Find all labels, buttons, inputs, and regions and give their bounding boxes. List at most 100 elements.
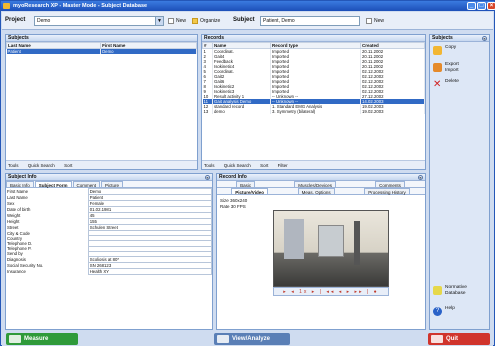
tab-comment[interactable]: Comment [72, 181, 101, 188]
quick-search-button[interactable]: Quick Search [28, 163, 55, 168]
subject-info-header: Subject Info « [6, 174, 212, 181]
video-rate: Rate 30 FPS [220, 204, 246, 209]
collapse-icon[interactable]: « [205, 175, 210, 180]
quit-button[interactable]: Quit [428, 333, 490, 345]
tab-basic-info[interactable]: Basic Info [6, 181, 34, 188]
sort-button[interactable]: Sort [260, 163, 268, 168]
table-cell: 13 [202, 109, 213, 114]
subjects-panel: Subjects Last Name First Name Patient Demo… [5, 34, 198, 170]
records-table: # Name Record type Created 1 Coordinat. Im… [202, 42, 425, 114]
table-row[interactable]: Patient Demo [6, 48, 197, 54]
new-subject-label: New [374, 18, 385, 24]
record-info-tabs-row2: Picture/Video Meas. Options Processing H… [217, 188, 425, 195]
copy-icon [433, 46, 442, 55]
tab-comments[interactable]: Comments [375, 181, 405, 188]
tab-basic[interactable]: Basic [236, 181, 256, 188]
new-project-label: New [176, 18, 187, 24]
export-label: Export [445, 62, 459, 67]
bottom-bar: Measure View/Analyze Quit [2, 331, 493, 346]
subject-label: Subject [233, 17, 255, 23]
tools-button[interactable]: Tools [204, 163, 215, 168]
export-import-button[interactable]: Export Import [432, 62, 487, 76]
tab-picture[interactable]: Picture [101, 181, 124, 188]
record-info-title: Record Info [219, 174, 247, 180]
folder-icon [192, 18, 198, 24]
table-cell: 3. Symmetry (bilateral) [270, 109, 361, 114]
video-size: Size 360x240 [220, 198, 248, 203]
help-label: Help [445, 306, 455, 311]
subjects-footer: Tools Quick Search Sort [6, 160, 197, 169]
new-icon [168, 18, 174, 24]
tab-muscles-devices[interactable]: Muscles/Devices [294, 181, 336, 188]
window-shape [284, 219, 304, 259]
maximize-button[interactable]: □ [477, 2, 486, 10]
tools-button[interactable]: Tools [8, 163, 19, 168]
close-button[interactable]: × [487, 2, 495, 10]
records-panel: Records # Name Record type Created 1 Coor… [201, 34, 426, 170]
subject-info-panel: Subject Info « Basic Info Subject Form Co… [5, 173, 213, 330]
actions-title: Subjects [432, 35, 453, 41]
minimize-button[interactable]: _ [467, 2, 476, 10]
sort-button[interactable]: Sort [64, 163, 72, 168]
help-button[interactable]: ? Help [432, 306, 455, 320]
collapse-icon[interactable]: « [418, 175, 423, 180]
measure-icon [9, 335, 21, 343]
import-label: Import [445, 68, 459, 73]
organize-label: Organize [200, 18, 221, 24]
actions-panel: Subjects « Copy Export Import ✕ Delete Norm… [429, 34, 490, 330]
normative-database-button[interactable]: Normative Database [432, 285, 467, 299]
video-frame[interactable] [273, 210, 389, 287]
export-icon [433, 63, 442, 72]
actions-header: Subjects « [430, 35, 489, 42]
record-info-tabs-row1: Basic Muscles/Devices Comments [217, 181, 425, 188]
cell-last: Patient [6, 48, 102, 54]
delete-button[interactable]: ✕ Delete [432, 79, 487, 93]
tab-picture-video[interactable]: Picture/Video [231, 188, 268, 195]
filter-button[interactable]: Filter [278, 163, 288, 168]
copy-button[interactable]: Copy [432, 45, 487, 59]
new-project-button[interactable]: New [168, 16, 186, 26]
normative-label: Normative [445, 285, 467, 290]
normative-icon [433, 286, 442, 295]
project-label: Project [5, 17, 26, 23]
new-subject-button[interactable]: New [366, 16, 384, 26]
cell-first: Demo [100, 48, 197, 54]
help-icon: ? [433, 307, 442, 316]
chevron-down-icon: ▼ [155, 17, 163, 25]
toolbar: Project Demo ▼ New Organize Subject Patie… [2, 12, 493, 30]
table-row[interactable]: 13 demo 3. Symmetry (bilateral) 19.02.2003 [202, 109, 425, 114]
tab-meas-options[interactable]: Meas. Options [297, 188, 335, 195]
collapse-icon[interactable]: « [482, 36, 487, 41]
equipment-shape [318, 225, 344, 257]
tab-processing-history[interactable]: Processing History [364, 188, 410, 195]
view-analyze-icon [217, 335, 229, 343]
field-label: Insurance [7, 268, 26, 274]
quit-icon [431, 335, 443, 343]
project-select[interactable]: Demo ▼ [34, 16, 164, 26]
measure-button[interactable]: Measure [6, 333, 78, 345]
title-bar: myoResearch XP - Master Mode - Subject D… [1, 1, 495, 11]
quit-label: Quit [446, 336, 458, 342]
subjects-table: Last Name First Name Patient Demo [5, 42, 197, 54]
field-value[interactable]: Health XY [87, 267, 213, 275]
subject-info-title: Subject Info [8, 174, 37, 180]
tab-subject-form[interactable]: Subject Form [34, 181, 72, 188]
subject-info-tabs: Basic Info Subject Form Comment Picture [6, 181, 212, 188]
new-icon [366, 18, 372, 24]
view-analyze-button[interactable]: View/Analyze [214, 333, 290, 345]
quick-search-button[interactable]: Quick Search [224, 163, 251, 168]
app-window: myoResearch XP - Master Mode - Subject D… [0, 0, 495, 346]
subjects-header: Subjects [6, 35, 197, 42]
measure-label: Measure [24, 336, 49, 342]
table-cell: 19.02.2003 [360, 109, 425, 114]
table-cell: demo [212, 109, 271, 114]
form-row: Insurance Health XY [6, 267, 213, 275]
project-select-value: Demo [37, 18, 51, 24]
subject-form: First Name Demo Last Name Patient Sex Female D… [6, 188, 213, 275]
records-header: Records [202, 35, 425, 42]
app-icon [3, 3, 10, 9]
subject-field[interactable]: Patient, Demo [260, 16, 360, 26]
organize-button[interactable]: Organize [192, 16, 220, 26]
video-controls[interactable]: ▸ ◂ 1x ▸ | ◂◂ ◂ ▸ ▸▸ | ● [273, 287, 389, 296]
database-label: Database [445, 291, 466, 296]
